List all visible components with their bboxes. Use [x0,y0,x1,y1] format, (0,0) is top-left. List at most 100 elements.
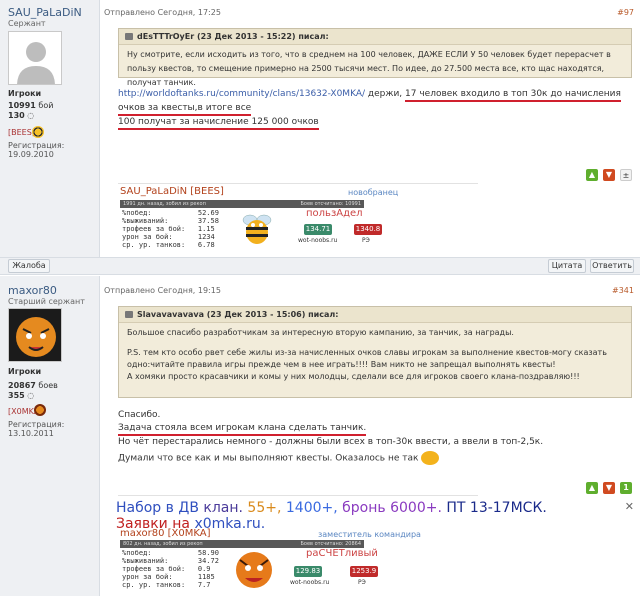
registration-date: 13.10.2011 [8,429,54,438]
post-text-line: Спасибо. [118,410,161,420]
sig-stat-row: трофеев за бой: 0.9 [122,565,211,573]
wn-rating-badge: 129.83 [294,566,322,577]
post-1: SAU_PaLaDiN Сержант Игроки 10991 бой 130… [0,0,640,257]
bee-mascot-icon [242,214,272,244]
post-text-line: Думали что все как и мы выполняют квесты… [118,451,440,466]
underlined-text-2: 100 получат за начисление 125 000 очков [118,117,319,130]
banner-word: 6000+. [390,500,442,516]
registration-label: Регистрация: [8,141,65,150]
author-rank: Старший сержант [8,297,85,306]
author-username[interactable]: SAU_PaLaDiN [8,6,82,19]
sig-stat-row: ср. ур. танков: 7.7 [122,581,211,589]
avatar[interactable] [8,31,62,85]
tiger-clan-icon[interactable] [34,404,46,416]
banner-word: 55+, [247,500,282,516]
reputation-button[interactable]: ± [620,169,632,181]
quote-header: Slavavavavava (23 Дек 2013 - 15:06) писа… [119,307,631,323]
banner-word: ПТ [446,500,466,516]
wn-rating-badge: 134.71 [304,224,332,235]
signature-divider [118,183,478,184]
sig-stat-bar: 1991 дн. назад, зобил из рекоп Боев отсчи… [120,200,364,208]
re-label: РЭ [358,579,366,586]
sig-bar-right: Боев отсчитано: 20864 [300,541,361,547]
reply-button[interactable]: Ответить [590,259,634,273]
sig-player-name: maxor80 [X0MKA] [120,528,211,539]
quote-author: dEsTTTrOyEr (23 Дек 2013 - 15:22) писал: [137,32,329,41]
banner-word: в [165,500,174,516]
default-avatar-icon [9,32,61,84]
vote-down-button[interactable]: ▼ [603,482,615,494]
sig-stat-row: трофеев за бой: 1.15 [122,225,215,233]
sig-stat-bar: 802 дн. назад, зобил из рекоп Боев отсчит… [120,540,364,548]
bee-clan-icon[interactable] [32,126,44,138]
avatar[interactable] [8,308,62,362]
sig-clan-role: новобранец [348,188,399,197]
vote-up-button[interactable]: ▲ [586,169,598,181]
reputation-icon: ◌ [27,111,35,120]
sig-stat-row: ср. ур. танков: 6.78 [122,241,215,249]
re-label: РЭ [362,237,370,244]
author-sidebar: SAU_PaLaDiN Сержант Игроки 10991 бой 130… [0,0,100,257]
quote-button[interactable]: Цитата [548,259,586,273]
quote-icon [125,33,133,40]
post-actions-bar: Жалоба Цитата Ответить [0,257,640,275]
post-date: Отправлено Сегодня, 19:15 [104,286,221,295]
quote-paragraph: А хомяки просто красавчики и комы у них … [127,372,580,381]
author-group: Игроки [8,367,42,376]
sig-stat-row: %побед: 52.69 [122,209,219,217]
banner-word: 1400+, [285,500,338,516]
post-body: http://worldoftanks.ru/community/clans/1… [118,87,628,130]
re-rating-badge: 1253.9 [350,566,378,577]
quote-block: Slavavavavava (23 Дек 2013 - 15:06) писа… [118,306,632,398]
author-sidebar: maxor80 Старший сержант Игроки 20867 бое… [0,276,100,596]
clan-link[interactable]: http://worldoftanks.ru/community/clans/1… [118,89,365,99]
post-text: Думали что все как и мы выполняют квесты… [118,453,419,464]
quote-icon [125,311,133,318]
post-number-link[interactable]: #97 [617,8,634,17]
battles-count: 10991 [8,101,36,110]
banner-word: 13-17МСК. [469,500,547,516]
close-icon[interactable]: ✕ [625,500,634,513]
signature-card: SAU_PaLaDiN [BEES] новобранец 1991 дн. н… [118,186,458,250]
banner-word: клан. [203,500,243,516]
battles-count: 20867 [8,381,36,390]
banner-word: бронь [342,500,386,516]
banner-word: ДВ [178,500,199,516]
sig-stat-row: %выживаний: 34.72 [122,557,219,565]
reputation-count: 355 [8,391,25,400]
banner-word: Набор [116,500,162,516]
tiger-avatar-icon [9,309,61,361]
registration-date: 19.09.2010 [8,150,54,159]
reputation-icon: ◌ [27,391,35,400]
sig-nickname: раСЧЕТливый [306,548,378,559]
author-reputation: 130 ◌ [8,111,34,120]
author-rank: Сержант [8,19,46,28]
quote-paragraph: Большое спасибо разработчикам за интерес… [127,328,514,337]
sig-bar-left: 1991 дн. назад, зобил из рекоп [123,201,206,207]
author-battles: 10991 бой [8,101,53,110]
author-group: Игроки [8,89,42,98]
battles-label: бой [38,101,54,110]
registration-label: Регистрация: [8,420,65,429]
re-rating-badge: 1340.8 [354,224,382,235]
clan-tag[interactable]: [BEES] [8,128,35,137]
post-number-link[interactable]: #341 [612,286,634,295]
author-battles: 20867 боев [8,381,58,390]
vote-down-button[interactable]: ▼ [603,169,615,181]
sig-stat-row: %побед: 58.90 [122,549,219,557]
post-text-line: Задача стояла всем игрокам клана сделать… [118,421,367,436]
signature-card: maxor80 [X0MKA] заместитель командира 80… [118,528,458,594]
quote-paragraph: P.S. тем кто особо рвет себе жилы из-за … [127,348,607,369]
sig-nickname: пользАдел [306,208,363,219]
quote-header: dEsTTTrOyEr (23 Дек 2013 - 15:22) писал: [119,29,631,45]
sig-stat-row: %выживаний: 37.58 [122,217,219,225]
quote-author: Slavavavavava (23 Дек 2013 - 15:06) писа… [137,310,339,319]
quote-text: Ну смотрите, если исходить из того, что … [127,50,611,87]
tiger-mascot-icon [236,552,272,588]
sig-bar-left: 802 дн. назад, зобил из рекоп [123,541,203,547]
complain-button[interactable]: Жалоба [8,259,50,273]
vote-up-button[interactable]: ▲ [586,482,598,494]
post-date: Отправлено Сегодня, 17:25 [104,8,221,17]
crying-smiley-icon [421,451,440,465]
author-username[interactable]: maxor80 [8,284,57,297]
